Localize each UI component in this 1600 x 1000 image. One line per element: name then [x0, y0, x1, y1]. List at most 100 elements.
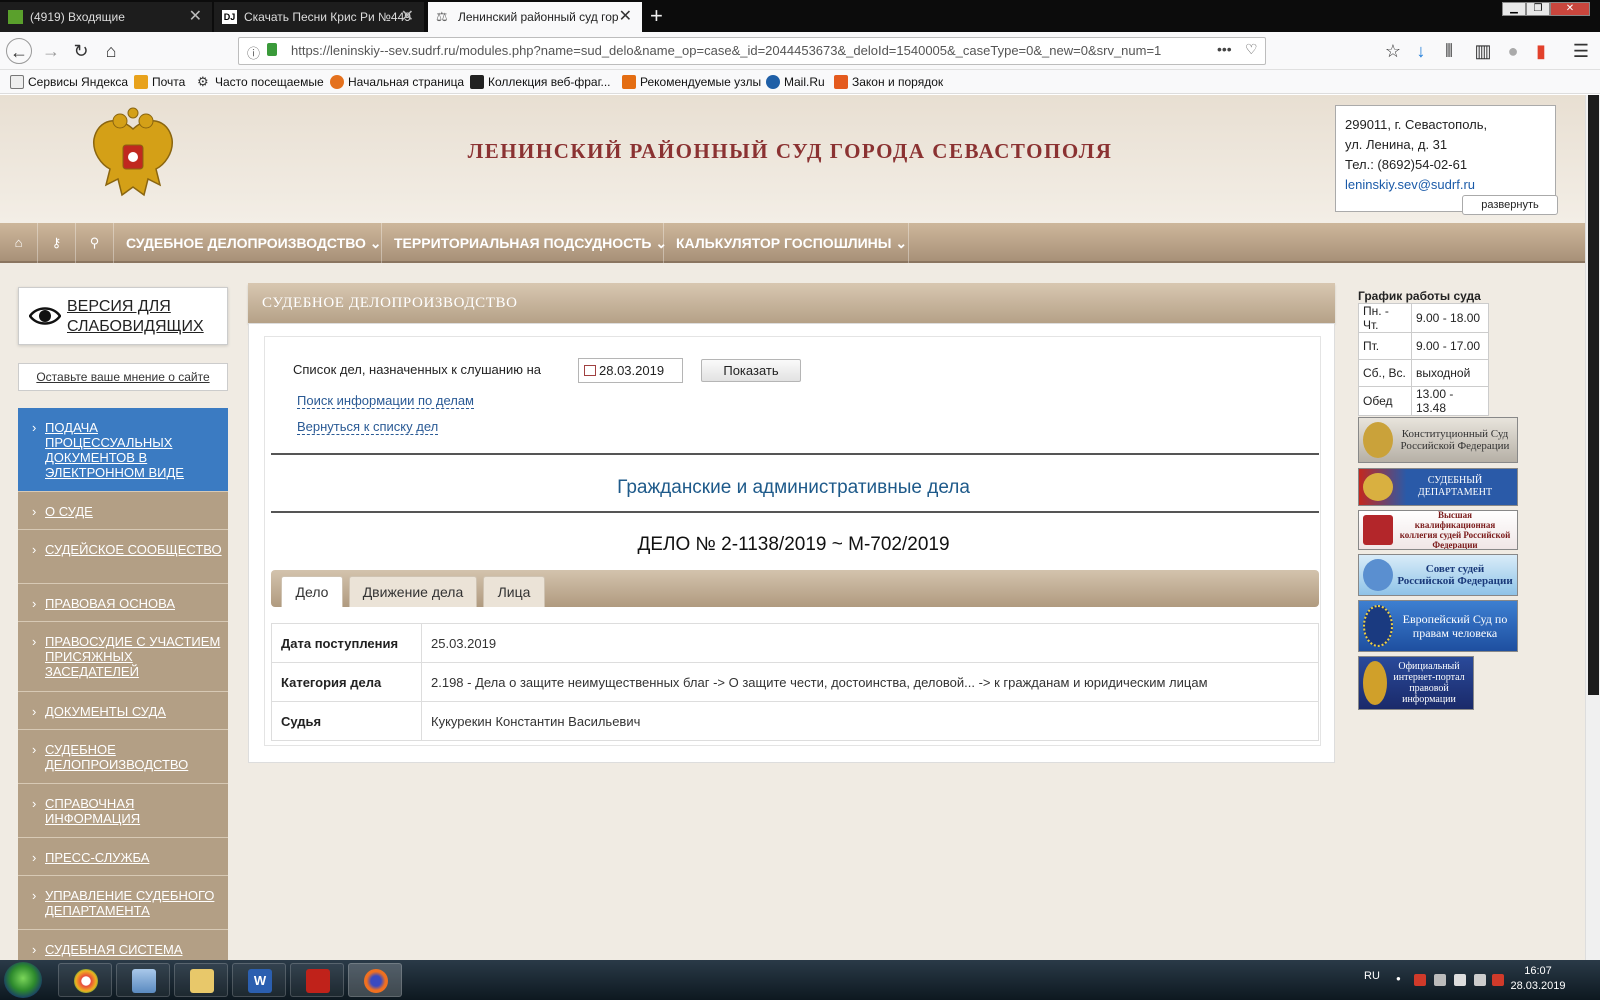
bookmark-webslices[interactable]: Коллекция веб-фраг... — [470, 70, 611, 94]
more-icon[interactable]: ••• — [1217, 41, 1232, 57]
low-vision-button[interactable]: ВЕРСИЯ ДЛЯ СЛАБОВИДЯЩИХ — [18, 287, 228, 345]
sidebar-item-jury[interactable]: › ПРАВОСУДИЕ С УЧАСТИЕМ ПРИСЯЖНЫХ ЗАСЕДАТ… — [18, 622, 228, 692]
browser-tab-court[interactable]: ⚖ Ленинский районный суд гор ✕ — [428, 2, 642, 32]
banner-qualification-board[interactable]: Высшая квалификационная коллегия судей Р… — [1358, 510, 1518, 550]
sidebar-item-proceedings[interactable]: › СУДЕБНОЕ ДЕЛОПРОИЗВОДСТВО — [18, 730, 228, 784]
taskbar-app-browser[interactable] — [58, 963, 112, 997]
home-icon[interactable]: ⌂ — [98, 38, 124, 64]
close-window-button[interactable]: ✕ — [1550, 2, 1590, 16]
bookmark-most-visited[interactable]: ⚙ Часто посещаемые — [197, 70, 324, 94]
sidebar-item-electronic-filing[interactable]: › ПОДАЧА ПРОЦЕССУАЛЬНЫХ ДОКУМЕНТОВ В ЭЛЕК… — [18, 408, 228, 492]
reload-icon[interactable]: ↻ — [68, 38, 94, 64]
maximize-button[interactable]: ❐ — [1526, 2, 1550, 16]
flag-icon[interactable] — [1492, 974, 1504, 986]
star-icon[interactable]: ☆ — [1380, 38, 1406, 64]
scrollbar-thumb[interactable] — [1588, 95, 1599, 695]
bookmark-mailru[interactable]: Mail.Ru — [766, 70, 825, 94]
network-tray-icon[interactable] — [1474, 974, 1486, 986]
calendar-icon[interactable] — [584, 365, 596, 376]
sidebar-item-label: СПРАВОЧНАЯ ИНФОРМАЦИЯ — [45, 796, 141, 826]
banner-legal-portal[interactable]: Официальный интернет-портал правовой инф… — [1358, 656, 1474, 710]
menu-item-label: СУДЕБНОЕ ДЕЛОПРОИЗВОДСТВО — [126, 235, 366, 251]
sidebar-item-press[interactable]: › ПРЕСС-СЛУЖБА — [18, 838, 228, 876]
banner-constitutional-court[interactable]: Конституционный Суд Российской Федерации — [1358, 417, 1518, 463]
start-button[interactable] — [4, 962, 42, 998]
bookmark-recommended[interactable]: Рекомендуемые узлы — [622, 70, 761, 94]
scales-icon: ⚖ — [436, 9, 448, 24]
taskbar-app-explorer[interactable] — [174, 963, 228, 997]
address-bar[interactable]: ⓘ https://leninskiy--sev.sudrf.ru/module… — [238, 37, 1266, 65]
menu-item-fee-calculator[interactable]: КАЛЬКУЛЯТОР ГОСПОШЛИНЫ ⌄ — [664, 223, 909, 263]
address-line: 299011, г. Севастополь, — [1345, 117, 1488, 132]
close-icon[interactable]: ✕ — [619, 2, 632, 32]
banner-judicial-department[interactable]: СУДЕБНЫЙ ДЕПАРТАМЕНТ — [1358, 468, 1518, 506]
taskbar-app-word[interactable]: W — [232, 963, 286, 997]
extension-icon[interactable]: ▮ — [1528, 38, 1554, 64]
clock[interactable]: 16:07 28.03.2019 — [1510, 964, 1566, 994]
taskbar-app-firefox[interactable] — [348, 963, 402, 997]
minimize-button[interactable]: ▁ — [1502, 2, 1526, 16]
browser-tab-inbox[interactable]: (4919) Входящие ✕ — [0, 2, 212, 32]
forward-icon[interactable]: → — [38, 38, 64, 64]
banner-judges-council[interactable]: Совет судей Российской Федерации — [1358, 554, 1518, 596]
account-icon[interactable]: ● — [1500, 38, 1526, 64]
pdf-icon — [306, 969, 330, 993]
schedule-day: Обед — [1358, 386, 1412, 416]
download-icon[interactable]: ↓ — [1408, 38, 1434, 64]
taskbar-app-pdf[interactable] — [290, 963, 344, 997]
sidebar-item-label: СУДЕБНАЯ СИСТЕМА — [45, 942, 183, 957]
divider — [271, 453, 1319, 455]
tray-arrow-icon[interactable]: ● — [1396, 974, 1408, 986]
tab-case[interactable]: Дело — [281, 576, 343, 607]
power-icon[interactable] — [1454, 974, 1466, 986]
close-icon[interactable]: ✕ — [401, 2, 414, 32]
bookmark-mail[interactable]: Почта — [134, 70, 185, 94]
mail-icon — [8, 10, 23, 24]
sidebar-item-court-documents[interactable]: › ДОКУМЕНТЫ СУДА — [18, 692, 228, 730]
home-icon[interactable]: ⌂ — [0, 223, 38, 263]
sidebar-item-label: ПОДАЧА ПРОЦЕССУАЛЬНЫХ ДОКУМЕНТОВ В ЭЛЕКТ… — [45, 420, 184, 480]
search-cases-link[interactable]: Поиск информации по делам — [297, 393, 474, 409]
tab-case-movement[interactable]: Движение дела — [349, 576, 477, 607]
sidebar-item-about[interactable]: › О СУДЕ — [18, 492, 228, 530]
browser-tab-music[interactable]: DJ Скачать Песни Крис Ри №449 ✕ — [214, 2, 424, 32]
new-tab-button[interactable]: + — [650, 2, 663, 30]
chevron-right-icon: › — [32, 704, 37, 719]
chevron-right-icon: › — [32, 796, 37, 811]
library-icon[interactable]: ⫴ — [1436, 38, 1462, 64]
back-to-list-link[interactable]: Вернуться к списку дел — [297, 419, 439, 435]
taskbar-app-network[interactable] — [116, 963, 170, 997]
sidebar-item-judicial-community[interactable]: › СУДЕЙСКОЕ СООБЩЕСТВО — [18, 530, 228, 584]
volume-icon[interactable] — [1434, 974, 1446, 986]
search-icon[interactable]: ⚲ — [76, 223, 114, 263]
banner-label: Официальный интернет-портал правовой инф… — [1393, 661, 1465, 705]
list-date-label: Список дел, назначенных к слушанию на — [293, 362, 541, 377]
bookmark-law[interactable]: Закон и порядок — [834, 70, 943, 94]
info-icon[interactable]: ⓘ — [247, 43, 260, 62]
expand-button[interactable]: развернуть — [1462, 195, 1558, 215]
tab-parties[interactable]: Лица — [483, 576, 545, 607]
sitemap-icon[interactable]: ⚷ — [38, 223, 76, 263]
law-icon — [834, 75, 848, 89]
menu-item-jurisdiction[interactable]: ТЕРРИТОРИАЛЬНАЯ ПОДСУДНОСТЬ ⌄ — [382, 223, 667, 263]
language-indicator[interactable]: RU — [1364, 970, 1380, 982]
menu-item-court-proceedings[interactable]: СУДЕБНОЕ ДЕЛОПРОИЗВОДСТВО ⌄ — [114, 223, 382, 263]
email-link[interactable]: leninskiy.sev@sudrf.ru — [1345, 175, 1546, 195]
bookmark-yandex-services[interactable]: Сервисы Яндекса — [10, 70, 128, 94]
sidebar-item-reference[interactable]: › СПРАВОЧНАЯ ИНФОРМАЦИЯ — [18, 784, 228, 838]
banner-european-court[interactable]: Европейский Суд по правам человека — [1358, 600, 1518, 652]
close-icon[interactable]: ✕ — [189, 2, 202, 32]
sidebar-item-judicial-system[interactable]: › СУДЕБНАЯ СИСТЕМА — [18, 930, 228, 960]
feedback-link[interactable]: Оставьте ваше мнение о сайте — [18, 363, 228, 391]
flag-icon[interactable] — [1414, 974, 1426, 986]
menu-icon[interactable]: ☰ — [1568, 38, 1594, 64]
page-scrollbar[interactable] — [1585, 95, 1600, 960]
sidebar-item-department[interactable]: › УПРАВЛЕНИЕ СУДЕБНОГО ДЕПАРТАМЕНТА — [18, 876, 228, 930]
back-icon[interactable]: ← — [6, 38, 32, 64]
date-input[interactable]: 28.03.2019 — [578, 358, 683, 383]
sidebar-item-legal-basis[interactable]: › ПРАВОВАЯ ОСНОВА — [18, 584, 228, 622]
show-button[interactable]: Показать — [701, 359, 801, 382]
pocket-icon[interactable]: ♡ — [1245, 41, 1258, 58]
sidebar-icon[interactable]: ▥ — [1470, 38, 1496, 64]
bookmark-start-page[interactable]: Начальная страница — [330, 70, 464, 94]
